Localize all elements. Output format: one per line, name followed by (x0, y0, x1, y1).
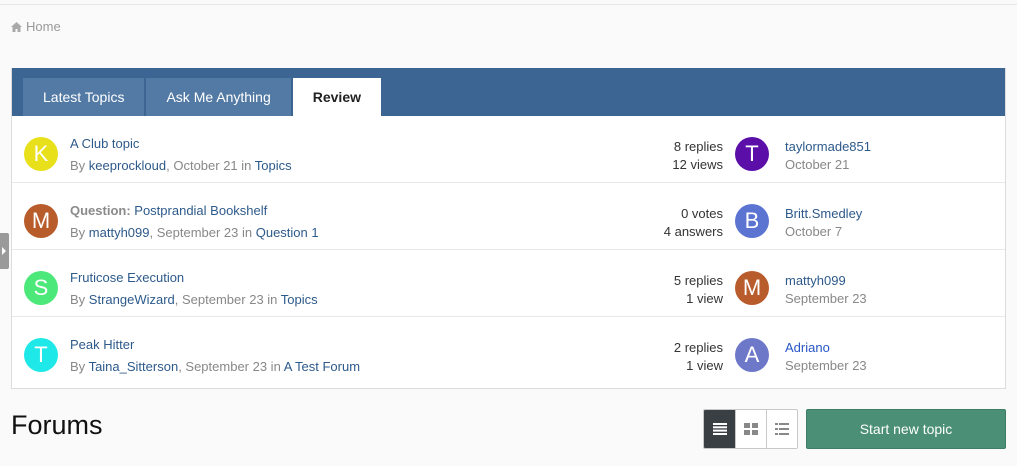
meta-date: , September 23 in (149, 225, 256, 240)
meta-by: By (70, 359, 86, 374)
topic-row: M Question: Postprandial Bookshelf By ma… (12, 183, 1005, 250)
meta-date: , September 23 in (174, 292, 281, 307)
topic-title-link[interactable]: A Club topic (70, 136, 139, 151)
meta-by: By (70, 292, 86, 307)
last-post-date[interactable]: October 21 (785, 156, 871, 174)
forum-link[interactable]: Topics (281, 292, 318, 307)
avatar[interactable]: T (24, 338, 58, 372)
author-link[interactable]: StrangeWizard (89, 292, 175, 307)
meta-by: By (70, 158, 86, 173)
last-poster: mattyh099 September 23 (785, 272, 867, 308)
last-poster-avatar[interactable]: T (735, 137, 769, 171)
forums-heading: Forums (11, 410, 103, 440)
breadcrumb-home-link[interactable]: Home (26, 19, 61, 34)
last-poster: Britt.Smedley October 7 (785, 205, 862, 241)
topic-stats: 2 replies 1 view (674, 339, 723, 375)
topic-row: T Peak Hitter By Taina_Sitterson, Septem… (12, 317, 1005, 384)
stat-primary: 5 replies (673, 273, 723, 288)
top-divider (0, 4, 1017, 5)
tab-bar: Latest Topics Ask Me Anything Review (12, 68, 1005, 116)
last-poster: Adriano September 23 (785, 339, 867, 375)
topic-meta: By keeprockloud, October 21 in Topics (70, 158, 292, 173)
topic-feed-panel: Latest Topics Ask Me Anything Review K A… (11, 68, 1006, 389)
fluid-view-icon[interactable] (766, 410, 797, 448)
stat-secondary: 12 views (672, 157, 723, 172)
meta-by: By (70, 225, 86, 240)
forum-link[interactable]: Question 1 (256, 225, 319, 240)
tab-review[interactable]: Review (292, 78, 381, 116)
sidebar-toggle-handle[interactable] (0, 233, 9, 269)
tab-latest-topics[interactable]: Latest Topics (23, 78, 145, 116)
home-icon[interactable] (11, 21, 22, 32)
last-post-date[interactable]: October 7 (785, 223, 862, 241)
topic-title-link[interactable]: Peak Hitter (70, 337, 134, 352)
meta-date: , September 23 in (178, 359, 284, 374)
breadcrumb: Home (11, 19, 61, 34)
topic-prefix: Question: (70, 203, 131, 218)
topic-stats: 5 replies 1 view (674, 272, 723, 308)
forum-link[interactable]: Topics (255, 158, 292, 173)
meta-date: , October 21 in (166, 158, 255, 173)
last-poster-name[interactable]: taylormade851 (785, 138, 871, 156)
stat-primary: 8 replies (673, 139, 723, 154)
last-post-date[interactable]: September 23 (785, 290, 867, 308)
author-link[interactable]: Taina_Sitterson (89, 359, 179, 374)
last-poster-avatar[interactable]: A (735, 338, 769, 372)
topic-title-link[interactable]: Postprandial Bookshelf (131, 203, 267, 218)
last-poster: taylormade851 October 21 (785, 138, 871, 174)
grid-view-icon[interactable] (735, 410, 766, 448)
last-poster-name[interactable]: Britt.Smedley (785, 205, 862, 223)
tab-ask-me-anything[interactable]: Ask Me Anything (146, 78, 291, 116)
list-view-icon[interactable] (704, 410, 735, 448)
view-toggle (703, 409, 798, 449)
topic-meta: By Taina_Sitterson, September 23 in A Te… (70, 359, 360, 374)
start-new-topic-button[interactable]: Start new topic (806, 409, 1006, 449)
last-post-date[interactable]: September 23 (785, 357, 867, 375)
topic-meta: By mattyh099, September 23 in Question 1 (70, 225, 319, 240)
topic-stats: 8 replies 12 views (672, 138, 723, 174)
stat-secondary: 1 view (686, 291, 723, 306)
stat-secondary: 1 view (686, 358, 723, 373)
stat-primary: 0 votes (681, 206, 723, 221)
last-poster-name[interactable]: mattyh099 (785, 272, 867, 290)
topic-stats: 0 votes 4 answers (664, 205, 723, 241)
last-poster-avatar[interactable]: M (735, 271, 769, 305)
avatar[interactable]: M (24, 204, 58, 238)
stat-primary: 2 replies (673, 340, 723, 355)
stat-secondary: 4 answers (663, 224, 723, 239)
topic-row: S Fruticose Execution By StrangeWizard, … (12, 250, 1005, 317)
topic-title-link[interactable]: Fruticose Execution (70, 270, 184, 285)
forum-link[interactable]: A Test Forum (284, 359, 360, 374)
last-poster-name[interactable]: Adriano (785, 339, 867, 357)
avatar[interactable]: S (24, 271, 58, 305)
author-link[interactable]: mattyh099 (89, 225, 150, 240)
avatar[interactable]: K (24, 137, 58, 171)
author-link[interactable]: keeprockloud (89, 158, 166, 173)
topic-meta: By StrangeWizard, September 23 in Topics (70, 292, 318, 307)
last-poster-avatar[interactable]: B (735, 204, 769, 238)
topic-row: K A Club topic By keeprockloud, October … (12, 116, 1005, 183)
